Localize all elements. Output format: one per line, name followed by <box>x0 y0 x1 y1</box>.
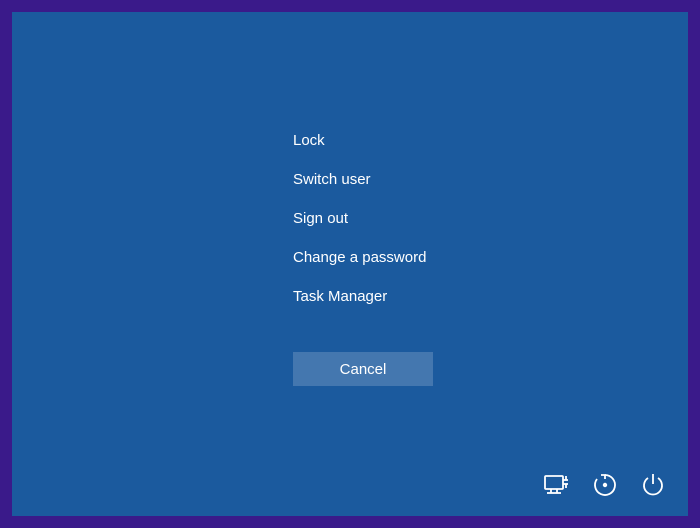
options-list: Lock Switch user Sign out Change a passw… <box>293 132 426 305</box>
bottom-icon-bar <box>542 472 666 498</box>
change-password-option[interactable]: Change a password <box>293 249 426 266</box>
task-manager-option[interactable]: Task Manager <box>293 288 426 305</box>
ease-of-access-icon[interactable] <box>592 472 618 498</box>
cancel-button[interactable]: Cancel <box>293 352 433 386</box>
lock-option[interactable]: Lock <box>293 132 426 149</box>
power-icon[interactable] <box>640 472 666 498</box>
security-options-screen: Lock Switch user Sign out Change a passw… <box>12 12 688 516</box>
network-icon[interactable] <box>542 473 570 497</box>
sign-out-option[interactable]: Sign out <box>293 210 426 227</box>
switch-user-option[interactable]: Switch user <box>293 171 426 188</box>
